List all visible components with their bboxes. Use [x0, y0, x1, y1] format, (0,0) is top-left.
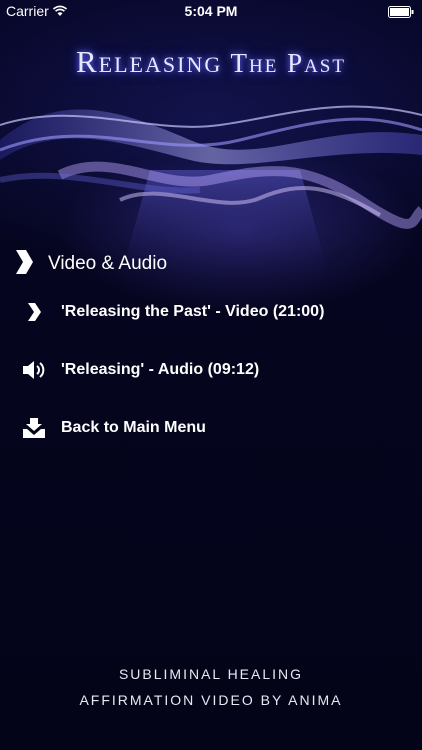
menu-item-audio[interactable]: 'Releasing' - Audio (09:12)	[20, 356, 259, 384]
title-word: Past	[287, 48, 346, 78]
menu-item-label: 'Releasing' - Audio (09:12)	[61, 361, 260, 378]
menu-item-label: Back to Main Menu	[61, 419, 206, 436]
section-header-video-audio: Video & Audio	[12, 248, 168, 281]
status-time: 5:04 PM	[184, 3, 238, 19]
speaker-icon	[20, 356, 48, 384]
footer-line-1: SUBLIMINAL HEALING	[118, 666, 304, 682]
title-word: Releasing	[76, 44, 223, 79]
chevron-right-icon	[12, 248, 34, 281]
menu-item-video[interactable]: 'Releasing the Past' - Video (21:00)	[20, 298, 324, 326]
title-word: The	[230, 48, 279, 78]
menu-item-back[interactable]: Back to Main Menu	[20, 414, 206, 442]
footer-line-2: AFFIRMATION VIDEO BY ANIMA	[79, 692, 343, 708]
app-title: Releasing The Past	[0, 44, 422, 80]
back-download-icon	[20, 414, 48, 442]
battery-icon	[388, 5, 414, 21]
status-bar: Carrier 5:04 PM	[0, 0, 422, 22]
app-screen: Carrier 5:04 PM Releasing The Past Video…	[0, 0, 422, 750]
section-title: Video & Audio	[48, 253, 168, 274]
chevron-right-icon	[20, 298, 48, 326]
menu-item-label: 'Releasing the Past' - Video (21:00)	[61, 303, 325, 320]
